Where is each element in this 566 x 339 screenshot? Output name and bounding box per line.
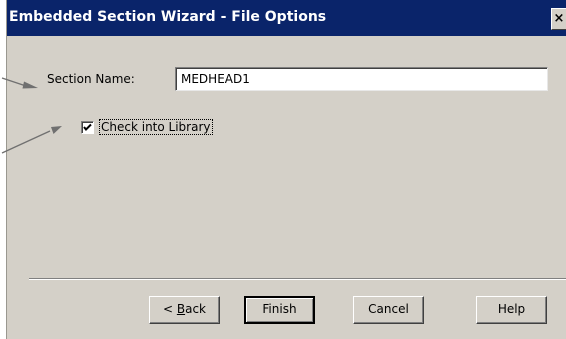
callout-arrows (1, 77, 62, 154)
callout-arrow-section-name (1, 77, 38, 89)
callout-arrow-check-into-library (1, 126, 62, 154)
